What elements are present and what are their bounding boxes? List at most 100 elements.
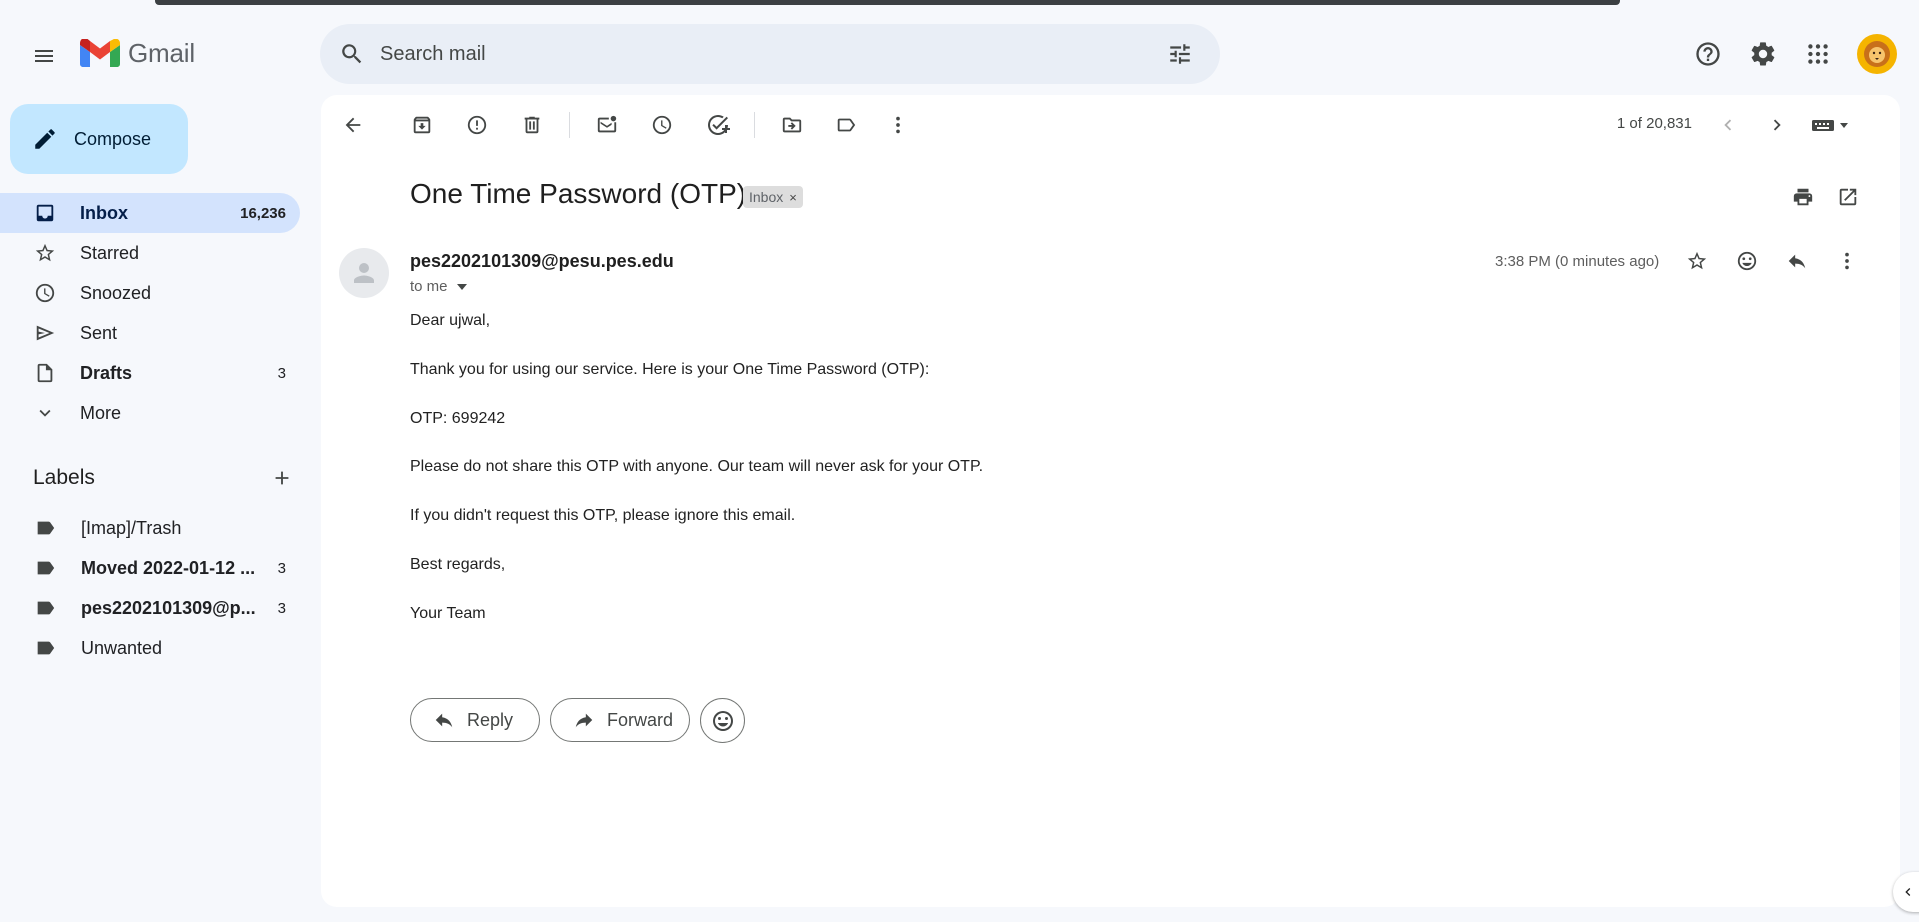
label-tag-icon xyxy=(37,601,55,615)
newer-button[interactable] xyxy=(1710,107,1746,143)
star-icon xyxy=(35,243,55,262)
print-all-button[interactable] xyxy=(1785,179,1821,215)
plus-icon xyxy=(275,471,289,485)
mark-unread-icon xyxy=(597,115,617,133)
sidebar-item-starred[interactable]: Starred xyxy=(0,233,300,273)
sidebar-item-label: More xyxy=(80,402,122,423)
chevron-left-icon xyxy=(1905,888,1911,896)
label-tag-icon xyxy=(37,561,55,575)
sidebar-item-label: Starred xyxy=(80,242,140,263)
remove-label-button[interactable]: × xyxy=(789,190,797,205)
inbox-icon xyxy=(36,204,54,222)
message-pane xyxy=(321,95,1900,907)
search-bar xyxy=(320,24,1220,84)
add-to-tasks-button[interactable] xyxy=(700,107,736,143)
menu-icon xyxy=(35,50,53,62)
delete-button[interactable] xyxy=(514,107,550,143)
sidebar-nav: Inbox 16,236 Starred Snoozed Sent Drafts… xyxy=(0,193,300,433)
star-icon xyxy=(1687,251,1707,270)
compose-button[interactable]: Compose xyxy=(10,104,188,174)
gmail-logo-text: Gmail xyxy=(128,38,195,68)
inbox-label-chip[interactable]: Inbox × xyxy=(743,186,803,208)
sender-email[interactable]: pes2202101309@pesu.pes.edu xyxy=(410,251,674,272)
forward-icon xyxy=(575,713,593,728)
caret-down-icon xyxy=(456,283,467,290)
reply-button[interactable]: Reply xyxy=(410,698,540,742)
forward-button[interactable]: Forward xyxy=(550,698,690,742)
clock-icon xyxy=(35,283,55,303)
help-button[interactable] xyxy=(1688,34,1728,74)
archive-button[interactable] xyxy=(404,107,440,143)
snooze-button[interactable] xyxy=(644,107,680,143)
gmail-logo[interactable]: Gmail xyxy=(80,38,195,69)
reply-icon xyxy=(1788,254,1806,269)
label-chip-text: Inbox xyxy=(749,189,784,205)
sidebar-item-sent[interactable]: Sent xyxy=(0,313,300,353)
body-line: Please do not share this OTP with anyone… xyxy=(410,458,984,475)
sender-avatar[interactable] xyxy=(339,248,389,298)
body-line: Your Team xyxy=(410,605,486,622)
report-spam-button[interactable] xyxy=(459,107,495,143)
add-task-icon xyxy=(708,115,730,135)
emoji-icon xyxy=(712,710,733,731)
chevron-right-icon xyxy=(1773,119,1781,131)
label-item-pes[interactable]: pes2202101309@p... 3 xyxy=(0,588,300,628)
browser-top-strip xyxy=(0,0,1919,13)
labels-header: Labels xyxy=(33,466,293,490)
sidebar-item-drafts[interactable]: Drafts 3 xyxy=(0,353,300,393)
label-item-unwanted[interactable]: Unwanted xyxy=(0,628,300,668)
body-line: If you didn't request this OTP, please i… xyxy=(410,507,796,524)
browser-bar xyxy=(155,0,1620,5)
label-outline-icon xyxy=(837,118,856,132)
sidebar-item-inbox[interactable]: Inbox 16,236 xyxy=(0,193,300,233)
body-line: OTP: 699242 xyxy=(410,410,506,427)
open-new-window-button[interactable] xyxy=(1830,179,1866,215)
pencil-icon xyxy=(35,129,55,149)
trash-icon xyxy=(524,116,540,134)
message-more-button[interactable] xyxy=(1829,243,1865,279)
sidebar-item-snoozed[interactable]: Snoozed xyxy=(0,273,300,313)
sidebar-item-label: Sent xyxy=(80,322,118,343)
body-line: Dear ujwal, xyxy=(410,312,491,329)
create-label-button[interactable] xyxy=(271,467,293,489)
sidebar-item-label: Drafts xyxy=(80,362,133,383)
side-panel-toggle[interactable] xyxy=(1893,872,1919,912)
send-icon xyxy=(36,325,55,341)
emoji-reaction-button[interactable] xyxy=(700,698,745,743)
body-line: Best regards, xyxy=(410,556,506,573)
reply-icon-button[interactable] xyxy=(1779,243,1815,279)
back-button[interactable] xyxy=(335,107,371,143)
older-button[interactable] xyxy=(1759,107,1795,143)
lion-avatar-icon xyxy=(1864,41,1890,67)
body-line: Thank you for using our service. Here is… xyxy=(410,361,930,378)
star-button[interactable] xyxy=(1679,243,1715,279)
email-subject: One Time Password (OTP) xyxy=(410,178,747,209)
mark-unread-button[interactable] xyxy=(589,107,625,143)
label-name: pes2202101309@p... xyxy=(81,597,256,618)
input-tools-button[interactable] xyxy=(1808,107,1858,143)
more-actions-button[interactable] xyxy=(880,107,916,143)
search-options-button[interactable] xyxy=(1160,34,1200,74)
person-icon xyxy=(354,263,374,283)
search-input[interactable] xyxy=(380,42,1160,66)
move-to-folder-icon xyxy=(782,117,802,133)
inbox-count: 16,236 xyxy=(240,204,286,222)
move-to-button[interactable] xyxy=(774,107,810,143)
sidebar-item-more[interactable]: More xyxy=(0,393,300,433)
drafts-count: 3 xyxy=(277,364,286,382)
apps-button[interactable] xyxy=(1798,34,1838,74)
toolbar-divider xyxy=(569,112,570,138)
labels-title: Labels xyxy=(33,466,95,489)
toolbar-divider xyxy=(754,112,755,138)
search-button[interactable] xyxy=(336,38,368,70)
labels-button[interactable] xyxy=(828,107,864,143)
main-menu-button[interactable] xyxy=(26,38,62,74)
label-item-imap-trash[interactable]: [Imap]/Trash xyxy=(0,508,300,548)
recipients-toggle[interactable]: to me xyxy=(410,278,468,295)
add-reaction-button[interactable] xyxy=(1729,243,1765,279)
account-avatar[interactable] xyxy=(1857,34,1897,74)
sidebar-item-label: Snoozed xyxy=(80,282,152,303)
keyboard-icon xyxy=(1812,120,1848,131)
label-item-moved[interactable]: Moved 2022-01-12 ... 3 xyxy=(0,548,300,588)
settings-button[interactable] xyxy=(1743,34,1783,74)
